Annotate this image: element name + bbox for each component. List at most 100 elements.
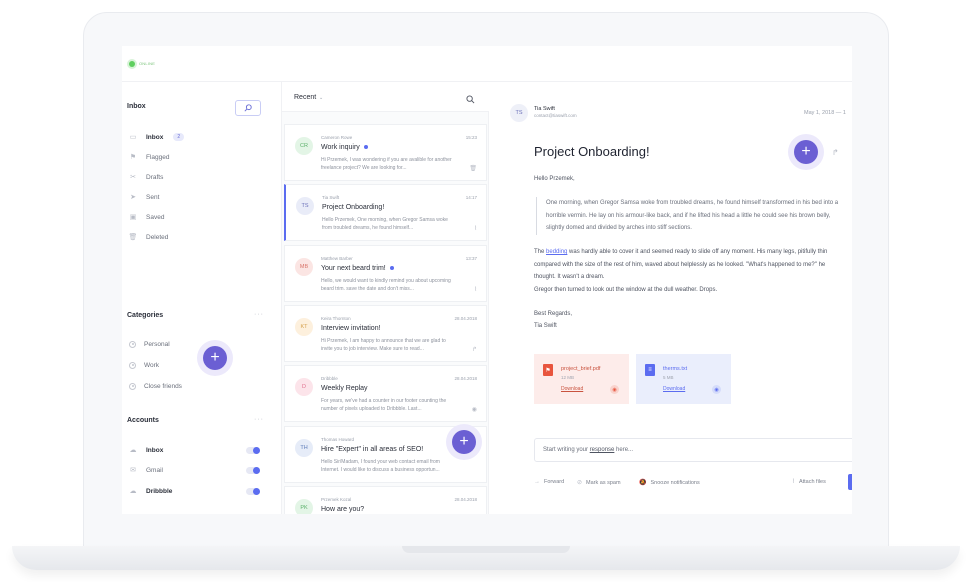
greeting: Hello Przemek, bbox=[534, 176, 575, 182]
message-item[interactable]: MB Matthew Barber 13:37 Your next beard tri… bbox=[284, 245, 487, 302]
message-item[interactable]: KT Keira Thornton 28.04.2018 Interview invi… bbox=[284, 305, 487, 362]
send-button[interactable] bbox=[848, 474, 852, 490]
reply-placeholder-link: response bbox=[589, 447, 615, 453]
message-subject: Work inquiry bbox=[321, 144, 368, 151]
category-close-friends[interactable]: Close friends bbox=[122, 379, 272, 393]
download-link[interactable]: Download bbox=[561, 386, 583, 392]
reply-fab-button[interactable]: + bbox=[794, 140, 818, 164]
message-subject: Weekly Replay bbox=[321, 385, 368, 392]
categories-more-icon[interactable]: ··· bbox=[254, 311, 264, 318]
reply-input[interactable]: Start writing your response here... bbox=[534, 438, 852, 462]
account-label: Dribbble bbox=[146, 487, 173, 495]
avatar: CR bbox=[295, 137, 313, 155]
send-icon: ➤ bbox=[130, 194, 136, 201]
sidebar-item-flagged[interactable]: ⚑ Flagged bbox=[122, 150, 272, 164]
message-time: 15:23 bbox=[465, 135, 477, 140]
message-preview: Hi Przemek, I am happy to announce that … bbox=[321, 338, 446, 352]
preview-eye-icon[interactable]: ◉ bbox=[610, 385, 619, 394]
attachment-card[interactable]: ⚑ project_brief.pdf 12 MB Download ◉ bbox=[534, 354, 629, 404]
sidebar-item-label: Sent bbox=[146, 193, 160, 201]
attachment-card[interactable]: ≡ therms.txt 5 MB Download ◉ bbox=[636, 354, 731, 404]
avatar: TH bbox=[295, 439, 313, 457]
cloud-icon: ☁ bbox=[129, 447, 137, 454]
account-label: Inbox bbox=[146, 446, 164, 454]
body-text: The bbox=[534, 249, 547, 255]
avatar: KT bbox=[295, 318, 313, 336]
sidebar-item-saved[interactable]: ▣ Saved bbox=[122, 210, 272, 224]
message-sender: Matthew Barber bbox=[321, 256, 353, 261]
attach-label: Attach files bbox=[798, 478, 826, 485]
recent-filter[interactable]: Recent bbox=[294, 94, 316, 101]
message-item[interactable]: CR Cameron Rowe 15:23 Work inquiry Hi Przeme… bbox=[284, 124, 487, 181]
message-action-icon[interactable]: ◉ bbox=[472, 406, 477, 413]
account-inbox-toggle[interactable] bbox=[246, 447, 260, 454]
attachment-size: 12 MB bbox=[561, 375, 575, 380]
account-gmail-toggle[interactable] bbox=[246, 467, 260, 474]
message-list-header: Recent ⌄ bbox=[282, 82, 489, 112]
message-list: Recent ⌄ CR Cameron Rowe 15:23 Work inquiry… bbox=[282, 82, 489, 514]
category-personal[interactable]: Personal bbox=[122, 337, 272, 351]
message-item[interactable]: TS Tia Swift 14:17 Project Onboarding! Hello… bbox=[284, 184, 487, 241]
sidebar-item-drafts[interactable]: ✂ Drafts bbox=[122, 170, 272, 184]
cloud-icon: ☁ bbox=[129, 488, 137, 495]
flag-icon: ⚑ bbox=[129, 154, 137, 161]
compose-button[interactable]: + bbox=[452, 430, 476, 454]
message-preview: Hello Przemek, One morning, when Gregor … bbox=[322, 217, 448, 231]
message-sender: Dribbble bbox=[321, 376, 338, 381]
body-text: was hardly able to cover it and seemed r… bbox=[534, 249, 828, 280]
message-subject-text: Work inquiry bbox=[321, 144, 360, 151]
share-icon[interactable]: ↱ bbox=[832, 148, 839, 157]
accounts-more-icon[interactable]: ··· bbox=[254, 416, 264, 423]
forward-icon: → bbox=[534, 479, 540, 485]
quote-block: One morning, when Gregor Samsa woke from… bbox=[536, 197, 841, 235]
message-subject: How are you? bbox=[321, 506, 364, 513]
laptop-notch bbox=[402, 546, 570, 553]
avatar: MB bbox=[295, 258, 313, 276]
message-subject-text: Weekly Replay bbox=[321, 385, 368, 392]
online-status-icon bbox=[129, 61, 135, 67]
message-subject: Project Onboarding! bbox=[322, 204, 384, 211]
chevron-down-icon[interactable]: ⌄ bbox=[319, 95, 323, 101]
add-category-button[interactable]: + bbox=[203, 346, 227, 370]
sidebar-item-label: Flagged bbox=[146, 153, 170, 161]
preview-eye-icon[interactable]: ◉ bbox=[712, 385, 721, 394]
reading-pane: TS Tia Swift contact@tiaswift.com May 1,… bbox=[489, 82, 852, 514]
sidebar-item-label: Deleted bbox=[146, 233, 169, 241]
sidebar-item-label: Drafts bbox=[146, 173, 164, 181]
unread-dot-icon bbox=[363, 145, 368, 150]
mark-spam-button[interactable]: ⊘ Mark as spam bbox=[577, 479, 621, 487]
trash-icon: 🗑 bbox=[128, 234, 138, 241]
forward-button[interactable]: → Forward bbox=[534, 479, 564, 485]
spam-icon: ⊘ bbox=[577, 480, 583, 486]
sidebar-item-inbox[interactable]: ▭ Inbox 2 bbox=[122, 130, 272, 144]
body-link[interactable]: bedding bbox=[546, 249, 567, 255]
accounts-title: Accounts bbox=[127, 417, 159, 424]
sidebar-item-sent[interactable]: ➤ Sent bbox=[122, 190, 272, 204]
signature: Tia Swift bbox=[534, 323, 557, 329]
message-sender: Tia Swift bbox=[322, 195, 340, 200]
attach-files-button[interactable]: ⌇ Attach files bbox=[792, 478, 826, 486]
search-button[interactable] bbox=[235, 100, 261, 116]
save-icon: ▣ bbox=[129, 214, 137, 221]
message-sender: Thomas Howard bbox=[321, 437, 355, 442]
snooze-button[interactable]: 🔕 Snooze notifications bbox=[639, 479, 700, 487]
message-item[interactable]: PK Przemek Kozal 28.04.2018 How are you? bbox=[284, 486, 487, 514]
message-time: 14:17 bbox=[465, 195, 477, 200]
message-time: 13:37 bbox=[465, 256, 477, 261]
search-icon[interactable] bbox=[466, 91, 475, 109]
message-action-icon[interactable]: 🗑 bbox=[469, 165, 477, 172]
categories-title: Categories bbox=[127, 312, 164, 319]
sidebar-item-deleted[interactable]: 🗑 Deleted bbox=[122, 230, 272, 244]
snooze-label: Snooze notifications bbox=[650, 479, 700, 486]
download-link[interactable]: Download bbox=[663, 386, 685, 392]
account-dribbble-toggle[interactable] bbox=[246, 488, 260, 495]
message-action-icon[interactable]: ⌇ bbox=[474, 286, 477, 293]
message-action-icon[interactable]: ↱ bbox=[472, 346, 477, 353]
message-subject: Hire "Expert" in all areas of SEO! bbox=[321, 446, 423, 453]
message-action-icon[interactable]: ⌇ bbox=[474, 225, 477, 232]
account-label: Gmail bbox=[146, 466, 163, 474]
paperclip-icon: ⌇ bbox=[792, 479, 795, 485]
sender-name: Tia Swift bbox=[534, 106, 555, 112]
category-work[interactable]: Work bbox=[122, 358, 272, 372]
message-item[interactable]: D Dribbble 28.04.2018 Weekly Replay For year… bbox=[284, 365, 487, 422]
